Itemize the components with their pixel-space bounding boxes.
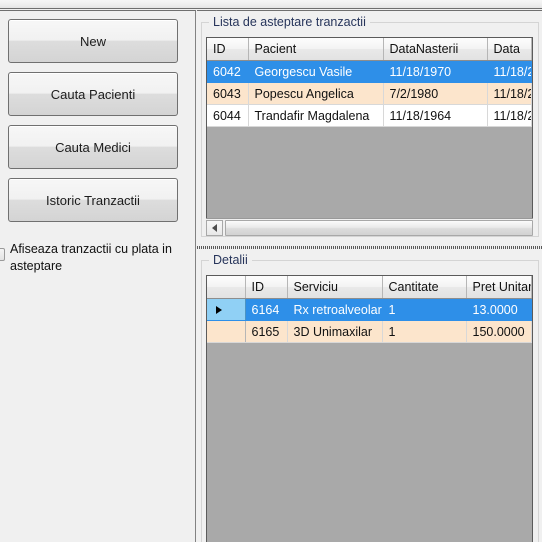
detalii-grid-body: 6164 Rx retroalveolara 1 13.0000 6165 3D… bbox=[207, 298, 532, 343]
cell-serviciu[interactable]: 3D Unimaxilar bbox=[287, 320, 383, 343]
cell-pacient[interactable]: Popescu Angelica bbox=[248, 82, 384, 105]
detalii-grid[interactable]: ID Serviciu Cantitate Pret Unitar 6164 R… bbox=[206, 275, 533, 542]
cell-id[interactable]: 6044 bbox=[207, 104, 249, 127]
cell-data[interactable]: 11/18/20 bbox=[487, 82, 532, 105]
cell-pret-unitar[interactable]: 13.0000 bbox=[466, 298, 532, 321]
column-header-id[interactable]: ID bbox=[245, 276, 288, 299]
cauta-medici-button[interactable]: Cauta Medici bbox=[8, 125, 178, 169]
cell-cantitate[interactable]: 1 bbox=[382, 320, 467, 343]
cell-id[interactable]: 6164 bbox=[245, 298, 288, 321]
checkbox-box-icon[interactable] bbox=[0, 248, 5, 261]
cell-datanasterii[interactable]: 7/2/1980 bbox=[383, 82, 488, 105]
table-row[interactable]: 6043 Popescu Angelica 7/2/1980 11/18/20 bbox=[207, 82, 532, 105]
column-header-cantitate[interactable]: Cantitate bbox=[382, 276, 467, 299]
scroll-left-button[interactable] bbox=[206, 219, 223, 236]
cell-pacient[interactable]: Georgescu Vasile bbox=[248, 60, 384, 83]
column-header-serviciu[interactable]: Serviciu bbox=[287, 276, 383, 299]
right-content-area: Lista de asteptare tranzactii ID Pacient… bbox=[197, 10, 542, 542]
table-row[interactable]: 6042 Georgescu Vasile 11/18/1970 11/18/2… bbox=[207, 60, 532, 83]
column-header-data[interactable]: Data bbox=[487, 38, 532, 61]
row-selector-cell[interactable] bbox=[207, 298, 246, 321]
tranzactii-grid-body: 6042 Georgescu Vasile 11/18/1970 11/18/2… bbox=[207, 60, 532, 127]
panel-splitter[interactable] bbox=[197, 243, 542, 251]
table-row[interactable]: 6164 Rx retroalveolara 1 13.0000 bbox=[207, 298, 532, 321]
detalii-grid-table: ID Serviciu Cantitate Pret Unitar 6164 R… bbox=[207, 276, 532, 343]
groupbox-detalii-title: Detalii bbox=[209, 253, 252, 268]
table-row[interactable]: 6165 3D Unimaxilar 1 150.0000 bbox=[207, 320, 532, 343]
cell-data[interactable]: 11/18/20 bbox=[487, 104, 532, 127]
cell-id[interactable]: 6043 bbox=[207, 82, 249, 105]
istoric-tranzactii-button[interactable]: Istoric Tranzactii bbox=[8, 178, 178, 222]
column-header-pret-unitar[interactable]: Pret Unitar bbox=[466, 276, 532, 299]
cell-pret-unitar[interactable]: 150.0000 bbox=[466, 320, 532, 343]
tranzactii-header-row: ID Pacient DataNasterii Data bbox=[207, 38, 532, 61]
detalii-header-row: ID Serviciu Cantitate Pret Unitar bbox=[207, 276, 532, 299]
cell-datanasterii[interactable]: 11/18/1964 bbox=[383, 104, 488, 127]
cell-data[interactable]: 11/18/20 bbox=[487, 60, 532, 83]
new-button-label: New bbox=[79, 33, 106, 49]
column-header-id[interactable]: ID bbox=[207, 38, 249, 61]
arrow-left-icon bbox=[212, 223, 217, 232]
cell-id[interactable]: 6165 bbox=[245, 320, 288, 343]
detalii-grid-header: ID Serviciu Cantitate Pret Unitar bbox=[207, 276, 532, 299]
column-header-rowselector bbox=[207, 276, 246, 299]
scrollbar-thumb[interactable] bbox=[225, 219, 533, 236]
tranzactii-grid[interactable]: ID Pacient DataNasterii Data 6042 George… bbox=[206, 37, 533, 230]
groupbox-detalii: Detalii ID Serviciu Cantitate Pret Unita… bbox=[201, 253, 539, 542]
cell-serviciu[interactable]: Rx retroalveolara bbox=[287, 298, 383, 321]
left-command-panel: New Cauta Pacienti Cauta Medici Istoric … bbox=[0, 10, 196, 542]
tranzactii-grid-header: ID Pacient DataNasterii Data bbox=[207, 38, 532, 61]
tranzactii-grid-table: ID Pacient DataNasterii Data 6042 George… bbox=[207, 38, 532, 127]
new-button[interactable]: New bbox=[8, 19, 178, 63]
cauta-medici-button-label: Cauta Medici bbox=[55, 139, 131, 155]
afiseaza-tranzactii-checkbox-row[interactable]: Afiseaza tranzactii cu plata in asteptar… bbox=[0, 238, 192, 275]
cell-id[interactable]: 6042 bbox=[207, 60, 249, 83]
row-selector-cell[interactable] bbox=[207, 320, 246, 343]
cauta-pacienti-button-label: Cauta Pacienti bbox=[50, 86, 136, 102]
groupbox-lista-title: Lista de asteptare tranzactii bbox=[209, 15, 370, 30]
column-header-pacient[interactable]: Pacient bbox=[248, 38, 384, 61]
afiseaza-tranzactii-checkbox-label: Afiseaza tranzactii cu plata in asteptar… bbox=[10, 242, 172, 273]
groupbox-lista-asteptare: Lista de asteptare tranzactii ID Pacient… bbox=[201, 15, 539, 237]
table-row[interactable]: 6044 Trandafir Magdalena 11/18/1964 11/1… bbox=[207, 104, 532, 127]
cell-pacient[interactable]: Trandafir Magdalena bbox=[248, 104, 384, 127]
cell-datanasterii[interactable]: 11/18/1970 bbox=[383, 60, 488, 83]
column-header-datanasterii[interactable]: DataNasterii bbox=[383, 38, 488, 61]
row-selector-arrow-icon bbox=[216, 306, 222, 315]
tranzactii-horizontal-scrollbar[interactable] bbox=[206, 218, 533, 236]
cell-cantitate[interactable]: 1 bbox=[382, 298, 467, 321]
window-chrome-strip bbox=[0, 0, 542, 9]
cauta-pacienti-button[interactable]: Cauta Pacienti bbox=[8, 72, 178, 116]
istoric-tranzactii-button-label: Istoric Tranzactii bbox=[46, 192, 140, 208]
